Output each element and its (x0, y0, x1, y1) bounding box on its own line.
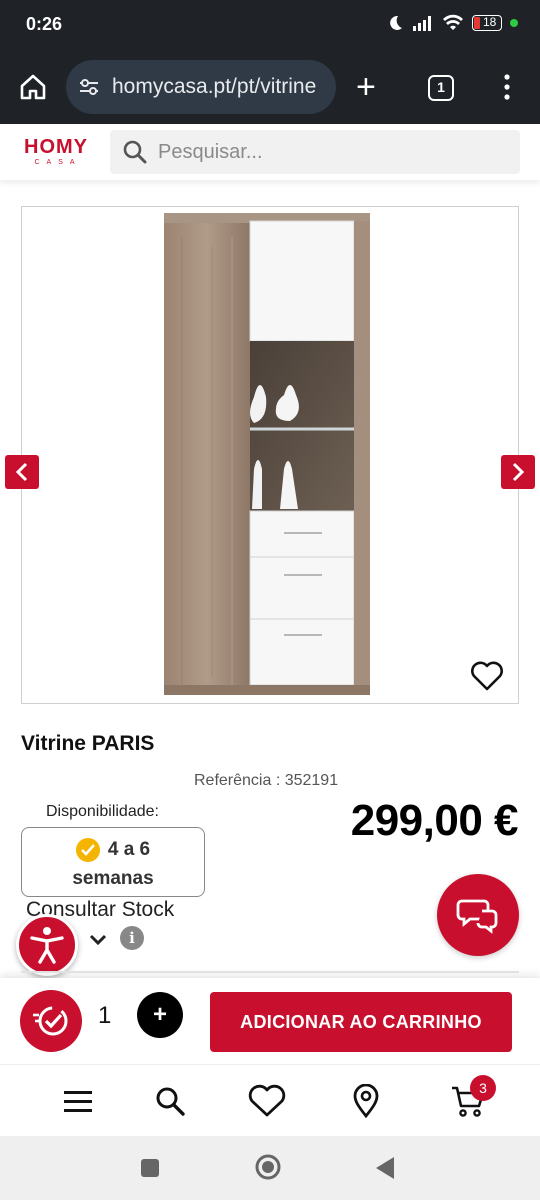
chevron-down-icon[interactable] (88, 930, 108, 950)
availability-weeks: 4 a 6 (107, 839, 151, 860)
status-bar: 0:26 18 (0, 0, 540, 52)
bottom-navigation (0, 1064, 540, 1136)
status-time: 0:26 (26, 14, 63, 34)
quantity-value[interactable]: 1 (98, 1002, 111, 1030)
menu-button[interactable] (58, 1081, 98, 1121)
quantity-increase-button[interactable]: + (137, 992, 183, 1038)
chevron-left-icon (15, 462, 28, 482)
availability-box: 4 a 6 semanas (21, 827, 205, 897)
gallery-prev-button[interactable] (5, 455, 39, 489)
home-button-icon[interactable] (254, 1153, 282, 1181)
nav-stores-button[interactable] (346, 1081, 386, 1121)
fast-check-icon (33, 1006, 68, 1036)
signal-icon (412, 16, 431, 31)
back-icon[interactable] (374, 1156, 396, 1180)
system-navigation-bar (0, 1136, 540, 1200)
nav-search-button[interactable] (150, 1081, 190, 1121)
info-icon[interactable]: i (120, 926, 144, 950)
camera-dot-icon (510, 19, 518, 27)
url-text: homycasa.pt/pt/vitrine (112, 75, 317, 98)
more-menu-icon[interactable] (500, 72, 514, 102)
accessibility-icon (30, 927, 64, 964)
chevron-right-icon (512, 462, 525, 482)
availability-unit: semanas (72, 868, 154, 889)
search-icon (156, 1087, 185, 1116)
product-reference: Referência : 352191 (194, 772, 339, 789)
site-settings-icon[interactable] (78, 76, 100, 98)
add-to-cart-button[interactable]: ADICIONAR AO CARRINHO (210, 992, 512, 1052)
chat-bubbles-icon (456, 899, 498, 934)
logo-sub-text: CASA (34, 159, 82, 166)
recent-apps-icon[interactable] (140, 1158, 160, 1178)
wishlist-heart-icon[interactable] (470, 660, 504, 692)
check-icon (75, 838, 100, 862)
availability-label: Disponibilidade: (46, 803, 159, 820)
logo-main-text: HOMY (24, 136, 88, 158)
product-image (164, 213, 370, 695)
accessibility-button[interactable] (16, 914, 78, 976)
search-input[interactable]: Pesquisar... (110, 130, 520, 174)
wifi-icon (442, 14, 463, 30)
site-header: HOMY CASA Pesquisar... (0, 124, 540, 180)
add-to-cart-bar: 1 + ADICIONAR AO CARRINHO (0, 978, 540, 1064)
battery-level: 18 (482, 15, 497, 29)
nav-wishlist-button[interactable] (247, 1081, 287, 1121)
status-icons: 18 (386, 14, 518, 32)
browser-toolbar: homycasa.pt/pt/vitrine + 1 (0, 52, 540, 124)
search-placeholder: Pesquisar... (158, 140, 263, 163)
do-not-disturb-icon (390, 15, 402, 30)
section-divider (21, 971, 519, 973)
gallery-next-button[interactable] (501, 455, 535, 489)
product-price: 299,00 € (350, 796, 519, 845)
product-title: Vitrine PARIS (21, 732, 155, 755)
hamburger-menu-icon (64, 1091, 92, 1112)
home-icon[interactable] (18, 72, 48, 102)
location-pin-icon (353, 1084, 379, 1118)
tab-switcher-button[interactable]: 1 (428, 75, 454, 101)
heart-icon (248, 1084, 286, 1117)
battery-indicator: 18 (471, 15, 502, 31)
cart-count-badge: 3 (470, 1075, 496, 1101)
express-delivery-button[interactable] (20, 990, 82, 1052)
chat-button[interactable] (437, 874, 519, 956)
search-icon (123, 140, 147, 164)
product-image-gallery[interactable] (21, 206, 519, 704)
site-logo[interactable]: HOMY CASA (24, 136, 92, 172)
address-bar[interactable]: homycasa.pt/pt/vitrine (66, 60, 336, 114)
new-tab-button[interactable]: + (356, 70, 376, 104)
